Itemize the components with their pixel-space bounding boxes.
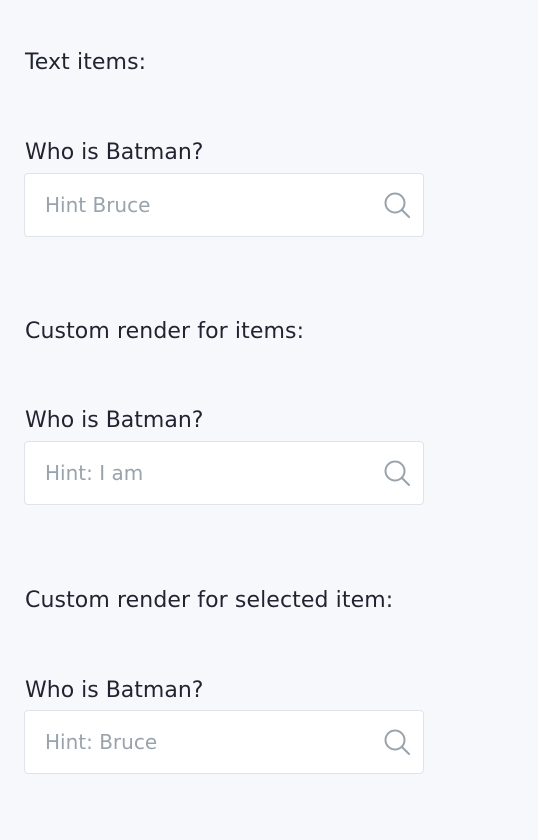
search-icon[interactable] bbox=[381, 726, 413, 758]
section-title: Custom render for selected item: bbox=[25, 588, 394, 613]
section-title: Text items: bbox=[25, 50, 147, 75]
autocomplete-field bbox=[24, 173, 424, 237]
search-input[interactable] bbox=[25, 174, 365, 236]
search-icon[interactable] bbox=[381, 457, 413, 489]
field-label: Who is Batman? bbox=[25, 678, 204, 703]
search-input[interactable] bbox=[25, 711, 365, 773]
search-input[interactable] bbox=[25, 442, 365, 504]
field-label: Who is Batman? bbox=[25, 140, 204, 165]
section-title: Custom render for items: bbox=[25, 319, 305, 344]
search-icon[interactable] bbox=[381, 189, 413, 221]
field-label: Who is Batman? bbox=[25, 408, 204, 433]
autocomplete-field bbox=[24, 710, 424, 774]
autocomplete-field bbox=[24, 441, 424, 505]
